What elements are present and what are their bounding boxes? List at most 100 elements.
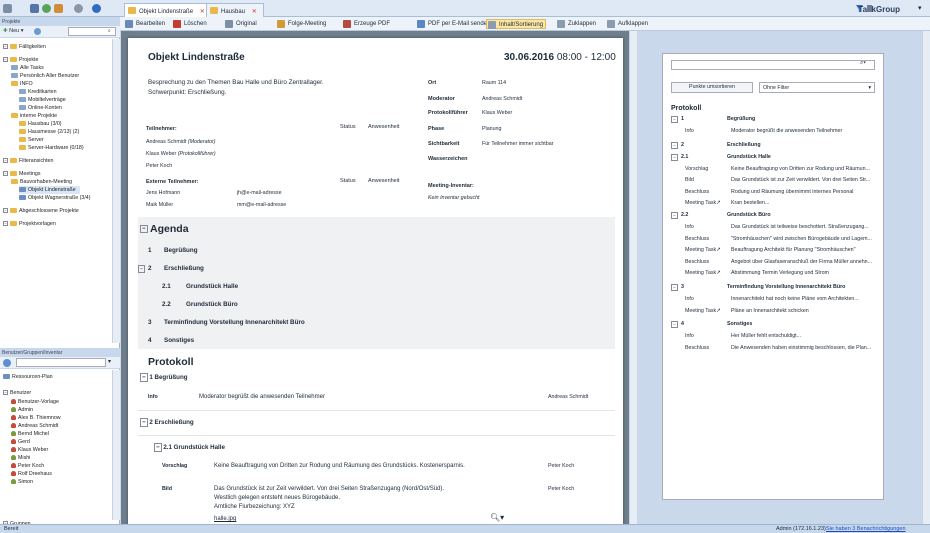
outline-item-text[interactable]: Innenarchitekt hat noch keine Pläne vom … — [731, 296, 859, 302]
collapse-toggle-icon[interactable]: − — [671, 321, 678, 329]
outline-section-title[interactable]: Begrüßung — [727, 116, 755, 122]
tree-item[interactable]: − Meetings — [3, 170, 41, 178]
collapse-toggle-icon[interactable]: − — [671, 116, 678, 123]
tree-item[interactable]: − Abgeschlossene Projekte — [3, 207, 79, 215]
tree-item[interactable]: Objekt Lindenstraße — [19, 186, 80, 194]
tree-item[interactable]: interne Projekte — [11, 112, 57, 120]
window-menu-icon[interactable]: ▾ — [918, 4, 922, 12]
collapse-toggle-icon[interactable]: − — [3, 221, 8, 227]
tree-item[interactable]: − Fälligkeiten — [3, 43, 46, 51]
document-scrollbar[interactable] — [629, 31, 637, 524]
search-icon[interactable]: ⌕ — [108, 28, 111, 34]
outline-item-text[interactable]: "Stromhäuschen" wird zwischen Bürogebäud… — [731, 236, 872, 242]
tree-item[interactable]: INFO — [11, 80, 33, 88]
user-item[interactable]: Benutzer-Vorlage — [11, 398, 59, 406]
tab-hausbau[interactable]: Hausbau ✕ — [206, 3, 264, 17]
collapse-toggle-icon[interactable]: − — [140, 373, 148, 382]
user-item[interactable]: Gerd — [11, 438, 30, 446]
original-button[interactable]: Original — [224, 19, 259, 29]
outline-item-text[interactable]: Das Grundstück ist zur Zeit verwildert. … — [731, 177, 870, 183]
content-sort-button[interactable]: Inhalt/Sortierung — [486, 19, 547, 29]
collapse-toggle-icon[interactable]: − — [138, 265, 145, 273]
expand-button[interactable]: Aufklappen — [606, 19, 650, 29]
user-item[interactable]: Admin — [11, 406, 33, 414]
tree-item[interactable]: − Projektvorlagen — [3, 220, 56, 228]
close-icon[interactable]: ✕ — [200, 9, 205, 15]
outline-section-title[interactable]: Terminfindung Vorstellung Innenarchitekt… — [727, 284, 845, 290]
tree-item[interactable]: Persönlich Aller Benutzer — [11, 72, 79, 80]
create-pdf-button[interactable]: Erzeuge PDF — [342, 19, 392, 29]
tree-item[interactable]: Mobiltelverträge — [19, 96, 66, 104]
outline-item-text[interactable]: Kran bestellen... — [731, 200, 769, 206]
tree-item[interactable]: Bauvorhaben-Meeting — [11, 178, 72, 186]
collapse-toggle-icon[interactable]: − — [3, 171, 8, 177]
collapse-toggle-icon[interactable]: − — [3, 44, 8, 50]
user-item[interactable]: Peter Koch — [11, 462, 44, 470]
tree-item[interactable]: Hausmesse (2/13) (2) — [19, 128, 79, 136]
outline-item-text[interactable]: Her Müller fehlt entschuldigt... — [731, 333, 801, 339]
collapse-toggle-icon[interactable]: − — [3, 57, 8, 63]
outline-item-text[interactable]: Moderator begrüßt die anwesenden Teilneh… — [731, 128, 842, 134]
outline-item-text[interactable]: Die Anwesenden haben einstimmig beschlos… — [731, 345, 871, 351]
outline-item-text[interactable]: Angebot über Glasfaseranschluß der Firma… — [731, 259, 872, 265]
refresh-icon[interactable] — [34, 28, 41, 35]
search-icon[interactable]: ⌕▾ — [860, 60, 866, 67]
tree-item[interactable]: − Filteransichten — [3, 157, 53, 165]
follow-meeting-button[interactable]: Folge-Meeting — [276, 19, 328, 29]
outline-item-text[interactable]: Abstimmung Termin Verlegung und Strom — [731, 270, 829, 276]
tab-objekt-lindenstrasse[interactable]: Objekt Lindenstraße ✕ — [124, 3, 212, 17]
zoom-icon[interactable]: 🔍︎▾ — [490, 513, 504, 522]
tree-scrollbar[interactable] — [112, 39, 120, 343]
outline-item-text[interactable]: Rodung und Räumung übernimmt internes Pe… — [731, 189, 854, 195]
users-scrollbar[interactable] — [112, 370, 120, 520]
user-item[interactable]: Bernd Michel — [11, 430, 49, 438]
save-icon[interactable] — [30, 4, 39, 13]
collapse-toggle-icon[interactable]: − — [671, 212, 678, 219]
user-item[interactable]: Klaus Weber — [11, 446, 48, 454]
resource-plan-item[interactable]: Ressourcen-Plan — [3, 373, 53, 381]
delete-button[interactable]: Löschen — [172, 19, 209, 29]
collapse-toggle-icon[interactable]: − — [154, 443, 162, 452]
tree-item[interactable]: Online-Konten — [19, 104, 62, 112]
tree-item[interactable]: − Projekte — [3, 56, 38, 64]
outline-section-title[interactable]: Grundstück Büro — [727, 212, 771, 218]
attachment-link[interactable]: halle.jpg — [214, 516, 236, 522]
users-group-item[interactable]: − Benutzer — [3, 389, 31, 397]
collapse-toggle-icon[interactable]: − — [671, 284, 678, 291]
settings-icon[interactable] — [74, 4, 83, 13]
collapse-toggle-icon[interactable]: − — [3, 158, 8, 164]
tree-item[interactable]: Kreditkarten — [19, 88, 57, 96]
user-item[interactable]: Rolf Dreehaus — [11, 470, 52, 478]
collapse-toggle-icon[interactable]: − — [140, 418, 148, 427]
tree-item[interactable]: Server — [19, 136, 44, 144]
collapse-toggle-icon[interactable]: − — [3, 208, 8, 214]
outline-item-text[interactable]: Keine Beauftragung von Dritten zur Rodun… — [731, 166, 870, 172]
tools-icon[interactable] — [54, 4, 63, 13]
outline-item-text[interactable]: Pläne an Innenarchitekt schicken — [731, 308, 809, 314]
outline-search-input[interactable] — [671, 60, 875, 70]
user-filter-input[interactable] — [16, 358, 106, 367]
right-scrollbar[interactable] — [922, 31, 930, 524]
collapse-toggle-icon[interactable]: − — [3, 390, 8, 396]
user-item[interactable]: Mishi — [11, 454, 30, 462]
dropdown-arrow-icon[interactable]: ▾ — [108, 358, 111, 365]
tree-item[interactable]: Objekt Wagnerstraße (3/4) — [19, 194, 91, 202]
edit-button[interactable]: Bearbeiten — [124, 19, 167, 29]
collapse-toggle-icon[interactable]: − — [671, 153, 678, 161]
outline-item-text[interactable]: Beauftragung Architekt für Planung "Stro… — [731, 247, 856, 253]
collapse-toggle-icon[interactable]: − — [140, 225, 148, 234]
outline-section-title[interactable]: Erschließung — [727, 142, 761, 148]
outline-item-text[interactable]: Das Grundstück ist teilweise beschottert… — [731, 224, 869, 230]
user-add-icon[interactable] — [3, 359, 11, 367]
close-icon[interactable]: ✕ — [252, 9, 257, 15]
reorder-points-button[interactable]: Punkte umsortieren — [671, 82, 753, 93]
tree-item[interactable]: Server-Hardware (0/18) — [19, 144, 84, 152]
collapse-button[interactable]: Zuklappen — [556, 19, 598, 29]
tree-item[interactable]: Hausbau (3/0) — [19, 120, 62, 128]
user-item[interactable]: Andreas Schmidt — [11, 422, 58, 430]
user-item[interactable]: Alex B. Thiemnow — [11, 414, 61, 422]
filter-select[interactable]: Ohne Filter ▾ — [759, 82, 875, 93]
notifications-link[interactable]: Sie haben 3 Benachrichtigungen — [826, 526, 906, 532]
pdf-email-button[interactable]: PDF per E-Mail senden — [416, 19, 492, 29]
help-icon[interactable] — [92, 4, 101, 13]
